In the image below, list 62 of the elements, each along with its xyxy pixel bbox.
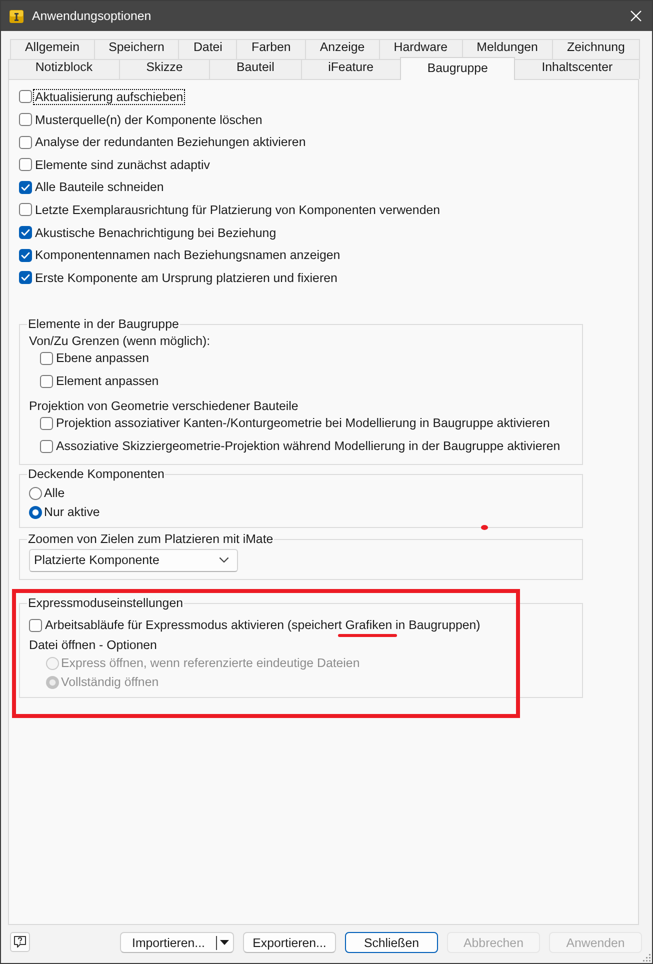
checkbox[interactable] bbox=[19, 226, 32, 240]
checkmark-icon bbox=[21, 184, 30, 191]
resize-grip-icon[interactable] bbox=[641, 952, 651, 962]
checkbox-label[interactable]: Arbeitsabläufe für Expressmodus aktivieren (speichert Grafiken in Baugruppen) bbox=[44, 618, 482, 632]
radio-label[interactable]: Alle bbox=[44, 486, 65, 500]
section-label: Projektion von Geometrie verschiedener Bauteile bbox=[29, 399, 298, 414]
radio-button[interactable] bbox=[29, 506, 42, 519]
close-icon[interactable] bbox=[630, 10, 642, 22]
checkbox-label[interactable]: Ebene anpassen bbox=[55, 351, 150, 366]
checkbox-label[interactable]: Analyse der redundanten Beziehungen aktivieren bbox=[34, 135, 307, 150]
checkbox[interactable] bbox=[19, 158, 32, 172]
tab[interactable]: Allgemein bbox=[10, 39, 95, 59]
checkmark-icon bbox=[21, 229, 30, 236]
checkbox[interactable] bbox=[40, 440, 53, 453]
logo-icon bbox=[9, 8, 24, 24]
tab[interactable]: Zeichnung bbox=[552, 39, 640, 59]
split-button[interactable]: Importieren... bbox=[120, 932, 234, 953]
checkbox-label[interactable]: Letzte Exemplarausrichtung für Platzierung von Komponenten verwenden bbox=[34, 202, 442, 217]
checkbox-label[interactable]: Projektion assoziativer Kanten-/Konturgeometrie bei Modellierung in Baugruppe aktivieren bbox=[55, 416, 551, 430]
dot-mark bbox=[481, 525, 488, 530]
checkbox[interactable] bbox=[19, 90, 32, 104]
tab[interactable]: Inhaltscenter bbox=[514, 59, 640, 79]
underline-mark bbox=[338, 634, 397, 637]
checkbox-label[interactable]: Elemente sind zunächst adaptiv bbox=[34, 158, 211, 172]
checkbox-label[interactable]: Element anpassen bbox=[55, 374, 160, 388]
checkbox-label[interactable]: Komponentennamen nach Beziehungsnamen anzeigen bbox=[34, 248, 342, 262]
radio-label[interactable]: Nur aktive bbox=[44, 505, 100, 520]
group-title: Elemente in der Baugruppe bbox=[27, 317, 180, 332]
dropdown[interactable]: Platzierte Komponente bbox=[29, 548, 238, 572]
checkbox-label[interactable]: Aktualisierung aufschieben bbox=[34, 90, 184, 104]
checkbox[interactable] bbox=[19, 136, 32, 149]
checkbox[interactable] bbox=[29, 618, 42, 632]
tab[interactable]: Baugruppe bbox=[400, 57, 516, 80]
checkbox[interactable] bbox=[40, 416, 53, 430]
group-title: Deckende Komponenten bbox=[27, 466, 166, 482]
checkbox-label[interactable]: Alle Bauteile schneiden bbox=[34, 180, 165, 194]
tab[interactable]: Notizblock bbox=[8, 59, 120, 79]
checkbox-label[interactable]: Musterquelle(n) der Komponente löschen bbox=[34, 112, 264, 127]
dialog-button[interactable]: Schließen bbox=[345, 932, 438, 953]
caret-down-icon bbox=[220, 940, 229, 945]
help-button[interactable] bbox=[10, 932, 30, 952]
checkmark-icon bbox=[21, 274, 30, 282]
checkbox[interactable] bbox=[19, 180, 32, 194]
checkbox-label[interactable]: Akustische Benachrichtigung bei Beziehung bbox=[34, 226, 278, 240]
help-icon bbox=[13, 935, 27, 949]
checkbox-label[interactable]: Assoziative Skizziergeometrie-Projektion während Modellierung in der Baugruppe aktivieren bbox=[55, 439, 562, 454]
section-label: Datei öffnen - Optionen bbox=[29, 638, 157, 652]
checkbox[interactable] bbox=[40, 374, 53, 388]
checkmark-icon bbox=[21, 252, 30, 259]
chevron-down-icon bbox=[219, 557, 229, 564]
checkbox[interactable] bbox=[19, 248, 32, 262]
dialog-button[interactable]: Exportieren... bbox=[243, 932, 336, 953]
window-title: Anwendungsoptionen bbox=[32, 9, 152, 23]
checkbox[interactable] bbox=[19, 203, 32, 216]
checkbox-label[interactable]: Erste Komponente am Ursprung platzieren und fixieren bbox=[34, 270, 338, 285]
checkbox[interactable] bbox=[19, 271, 32, 284]
checkbox[interactable] bbox=[19, 113, 32, 126]
radio-button[interactable] bbox=[29, 486, 42, 500]
group-title: Expressmoduseinstellungen bbox=[27, 596, 184, 611]
group-title: Zoomen von Zielen zum Platzieren mit iMate bbox=[27, 532, 274, 547]
section-label: Von/Zu Grenzen (wenn möglich): bbox=[29, 334, 210, 348]
checkbox[interactable] bbox=[40, 352, 53, 365]
